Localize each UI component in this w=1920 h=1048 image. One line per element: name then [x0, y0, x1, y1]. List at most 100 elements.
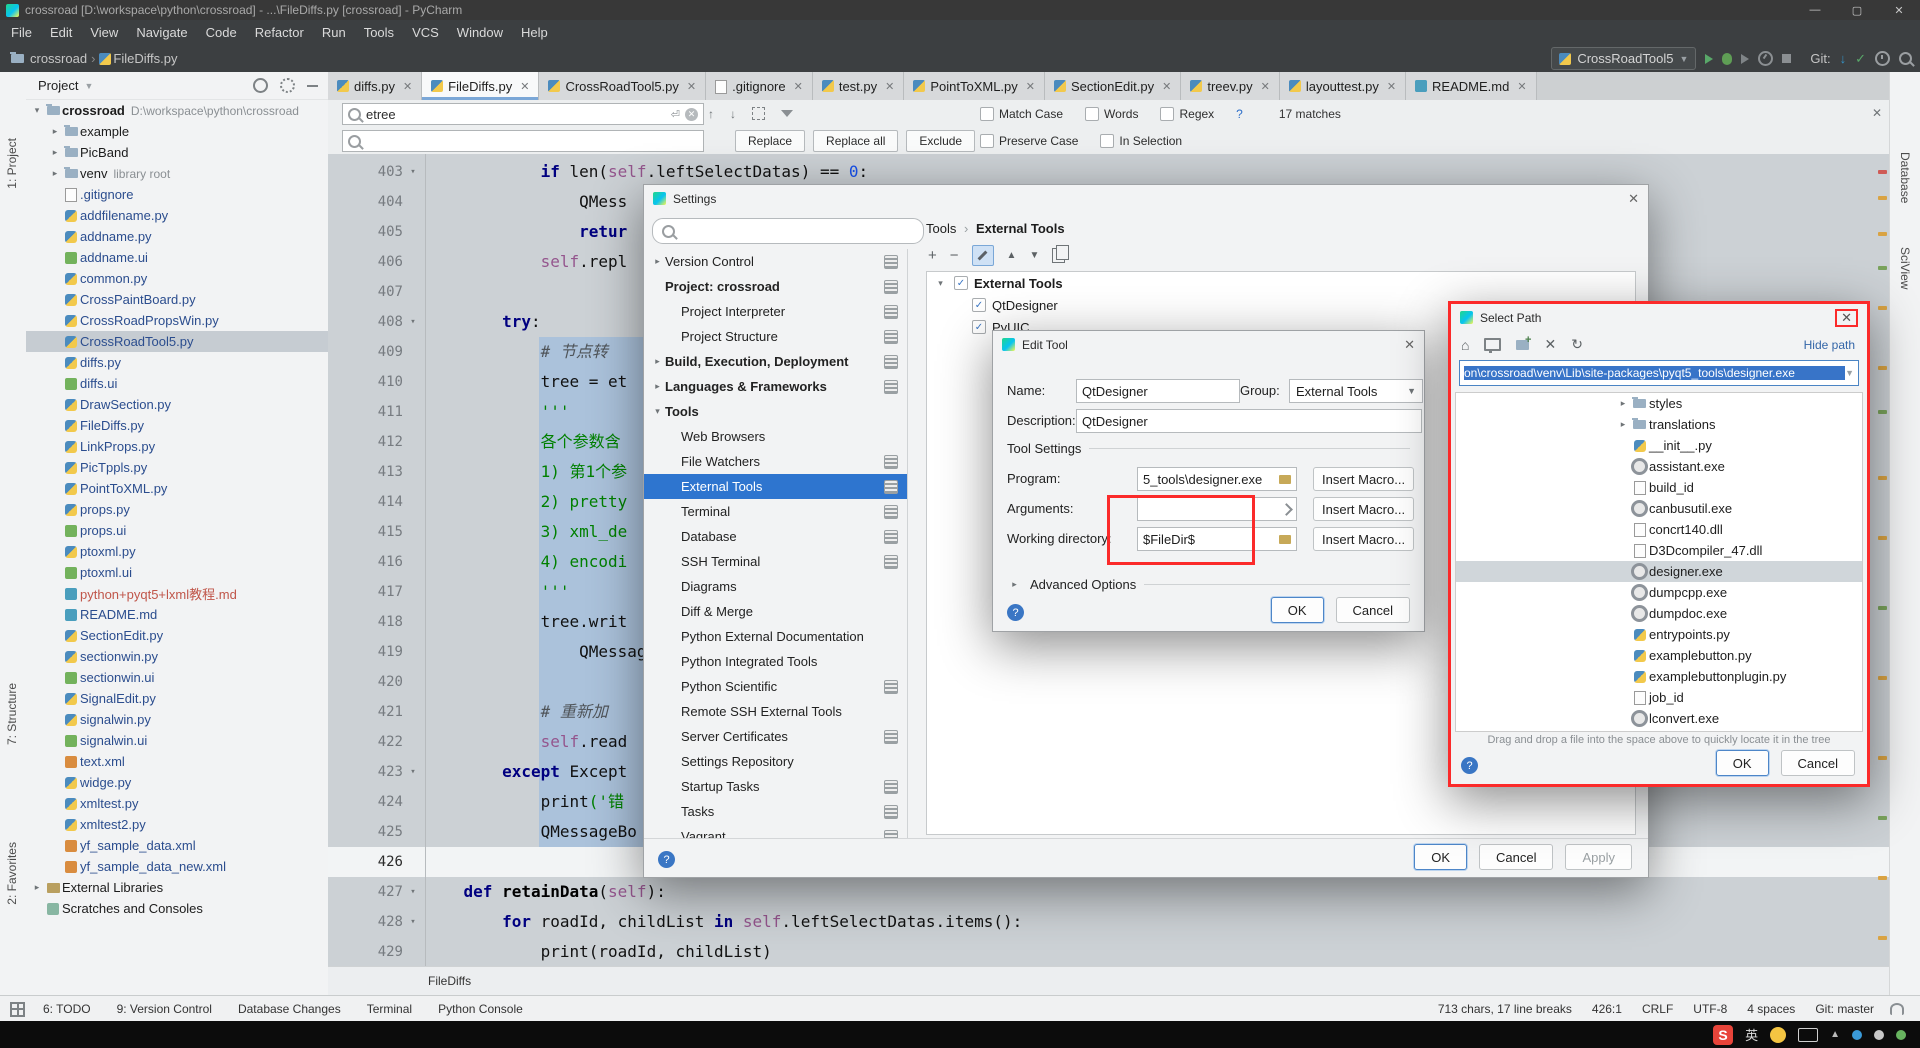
project-tree-item[interactable]: FileDiffs.py: [26, 415, 328, 436]
project-tree-item[interactable]: props.py: [26, 499, 328, 520]
breadcrumb-project[interactable]: crossroad: [30, 51, 87, 66]
tray-icon[interactable]: [1852, 1029, 1862, 1040]
project-tree-item[interactable]: addname.py: [26, 226, 328, 247]
previous-occurrence-icon[interactable]: [708, 107, 714, 121]
settings-gear-icon[interactable]: [280, 78, 295, 93]
settings-tree-item[interactable]: External Tools: [644, 474, 907, 499]
project-tree-item[interactable]: yf_sample_data.xml: [26, 835, 328, 856]
new-folder-icon[interactable]: [1516, 334, 1531, 350]
clear-search-icon[interactable]: ✕: [685, 107, 698, 121]
project-tree-item[interactable]: PicTppls.py: [26, 457, 328, 478]
editor-tab[interactable]: layouttest.py ✕: [1279, 72, 1407, 100]
remove-tool-icon[interactable]: −: [950, 247, 959, 264]
refresh-icon[interactable]: ↻: [1571, 336, 1583, 353]
delete-icon[interactable]: ✕: [1544, 336, 1556, 353]
project-tree-item[interactable]: SectionEdit.py: [26, 625, 328, 646]
file-tree-item[interactable]: concrt140.dll: [1456, 519, 1862, 540]
tray-expand-icon[interactable]: ▲: [1830, 1029, 1840, 1040]
hide-path-link[interactable]: Hide path: [1804, 338, 1855, 352]
words-checkbox[interactable]: Words: [1085, 106, 1138, 121]
project-tree-item[interactable]: common.py: [26, 268, 328, 289]
add-tool-icon[interactable]: +: [928, 247, 937, 264]
tool-button-sciview[interactable]: SciView: [1898, 247, 1912, 289]
notifications-icon[interactable]: [1890, 1003, 1904, 1015]
editor-tab[interactable]: SectionEdit.py ✕: [1045, 72, 1182, 100]
cancel-button[interactable]: Cancel: [1335, 597, 1410, 623]
run-button[interactable]: [1705, 53, 1714, 64]
stripe-mark[interactable]: [1878, 366, 1887, 370]
tab-close-icon[interactable]: ✕: [1026, 80, 1035, 93]
tab-close-icon[interactable]: ✕: [520, 80, 529, 93]
chevron-down-icon[interactable]: ▼: [1845, 368, 1854, 378]
tree-chevron-icon[interactable]: ▾: [650, 406, 665, 417]
name-input[interactable]: QtDesigner: [1076, 379, 1240, 403]
menu-item[interactable]: File: [2, 22, 41, 43]
settings-tree-item[interactable]: Startup Tasks: [644, 774, 907, 799]
cancel-button[interactable]: Cancel: [1479, 844, 1554, 870]
next-occurrence-icon[interactable]: [730, 107, 736, 121]
commit-button[interactable]: ✓: [1855, 52, 1866, 65]
stripe-mark[interactable]: [1878, 476, 1887, 480]
project-tree-item[interactable]: PointToXML.py: [26, 478, 328, 499]
project-tree-item[interactable]: python+pyqt5+lxml教程.md: [26, 583, 328, 604]
close-button[interactable]: ✕: [1878, 0, 1920, 20]
status-widget[interactable]: 426:1: [1592, 1002, 1622, 1016]
help-icon[interactable]: [658, 851, 675, 868]
stripe-mark[interactable]: [1878, 232, 1887, 236]
status-widget[interactable]: Git: master: [1815, 1002, 1874, 1016]
help-icon[interactable]: [1461, 757, 1478, 774]
input-method-logo[interactable]: S: [1713, 1024, 1734, 1045]
status-tool-button[interactable]: 9: Version Control: [117, 1002, 212, 1016]
file-tree-item[interactable]: dumpcpp.exe: [1456, 582, 1862, 603]
hide-panel-icon[interactable]: [307, 84, 318, 87]
tree-chevron-icon[interactable]: ▸: [1007, 579, 1022, 590]
close-icon[interactable]: ✕: [1628, 191, 1639, 207]
file-tree-item[interactable]: assistant.exe: [1456, 456, 1862, 477]
stripe-mark[interactable]: [1878, 266, 1887, 270]
settings-tree-item[interactable]: Settings Repository: [644, 749, 907, 774]
file-tree-item[interactable]: dumpdoc.exe: [1456, 603, 1862, 624]
settings-tree-item[interactable]: Diff & Merge: [644, 599, 907, 624]
tree-chevron-icon[interactable]: ▸: [650, 256, 665, 267]
maximize-button[interactable]: ▢: [1836, 0, 1878, 20]
tab-close-icon[interactable]: ✕: [687, 80, 696, 93]
project-tree-item[interactable]: widge.py: [26, 772, 328, 793]
settings-search-input[interactable]: [652, 218, 924, 244]
menu-item[interactable]: VCS: [403, 22, 448, 43]
file-tree-item[interactable]: lconvert.exe: [1456, 708, 1862, 729]
error-stripe[interactable]: [1877, 154, 1889, 967]
project-tree-item[interactable]: diffs.py: [26, 352, 328, 373]
settings-tree-item[interactable]: ▸ Languages & Frameworks: [644, 374, 907, 399]
filter-icon[interactable]: [781, 110, 793, 117]
tool-enabled-checkbox[interactable]: [954, 276, 968, 290]
tab-close-icon[interactable]: ✕: [403, 80, 412, 93]
stripe-mark[interactable]: [1878, 306, 1887, 310]
match-case-checkbox[interactable]: Match Case: [980, 106, 1063, 121]
project-tree-item[interactable]: addfilename.py: [26, 205, 328, 226]
project-tree-item[interactable]: props.ui: [26, 520, 328, 541]
status-widget[interactable]: UTF-8: [1693, 1002, 1727, 1016]
file-tree-item[interactable]: examplebuttonplugin.py: [1456, 666, 1862, 687]
status-widget[interactable]: 713 chars, 17 line breaks: [1438, 1002, 1572, 1016]
settings-tree-item[interactable]: Tasks: [644, 799, 907, 824]
status-widget[interactable]: CRLF: [1642, 1002, 1673, 1016]
breadcrumb-file[interactable]: FileDiffs.py: [113, 51, 177, 66]
stripe-mark[interactable]: [1878, 606, 1887, 610]
status-tool-button[interactable]: Terminal: [367, 1002, 412, 1016]
settings-tree-item[interactable]: Terminal: [644, 499, 907, 524]
ok-button[interactable]: OK: [1270, 597, 1324, 623]
apply-button[interactable]: Apply: [1565, 844, 1632, 870]
tree-chevron-icon[interactable]: ▾: [933, 278, 948, 289]
project-tree-item[interactable]: SignalEdit.py: [26, 688, 328, 709]
stripe-mark[interactable]: [1878, 410, 1887, 414]
group-select[interactable]: External Tools ▼: [1289, 379, 1423, 403]
expand-icon[interactable]: [1280, 502, 1293, 516]
insert-macro-button[interactable]: Insert Macro...: [1313, 467, 1415, 491]
move-up-icon[interactable]: ▲: [1007, 250, 1017, 261]
preserve-case-checkbox[interactable]: Preserve Case: [980, 133, 1078, 148]
stripe-mark[interactable]: [1878, 170, 1887, 174]
breadcrumb-item[interactable]: FileDiffs: [428, 974, 471, 988]
home-icon[interactable]: ⌂: [1461, 337, 1469, 353]
editor-tab[interactable]: CrossRoadTool5.py ✕: [539, 72, 707, 100]
file-tree-item[interactable]: D3Dcompiler_47.dll: [1456, 540, 1862, 561]
